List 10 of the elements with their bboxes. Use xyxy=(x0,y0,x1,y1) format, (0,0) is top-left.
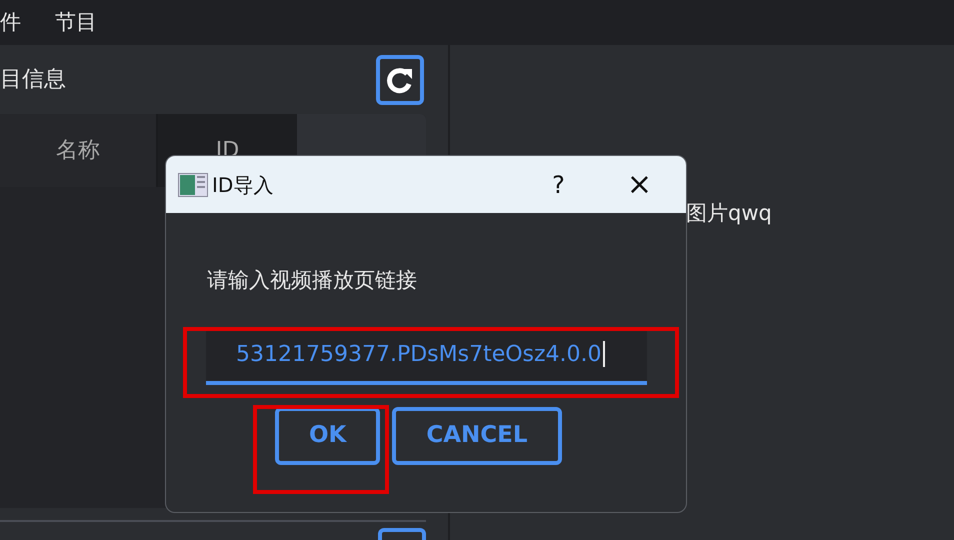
dialog-button[interactable]: CANCEL xyxy=(392,406,562,464)
close-button[interactable]: × xyxy=(626,170,652,200)
app-icon xyxy=(178,172,208,196)
help-button[interactable]: ? xyxy=(552,166,565,202)
preview-text: 图片qwq xyxy=(686,201,772,225)
panel-title: 目信息 xyxy=(0,66,66,94)
refresh-button[interactable] xyxy=(376,54,424,104)
menu-item[interactable]: 节目 xyxy=(55,6,97,38)
menu-item[interactable]: 件 xyxy=(0,6,21,38)
prompt-label: 请输入视频播放页链接 xyxy=(207,267,418,294)
